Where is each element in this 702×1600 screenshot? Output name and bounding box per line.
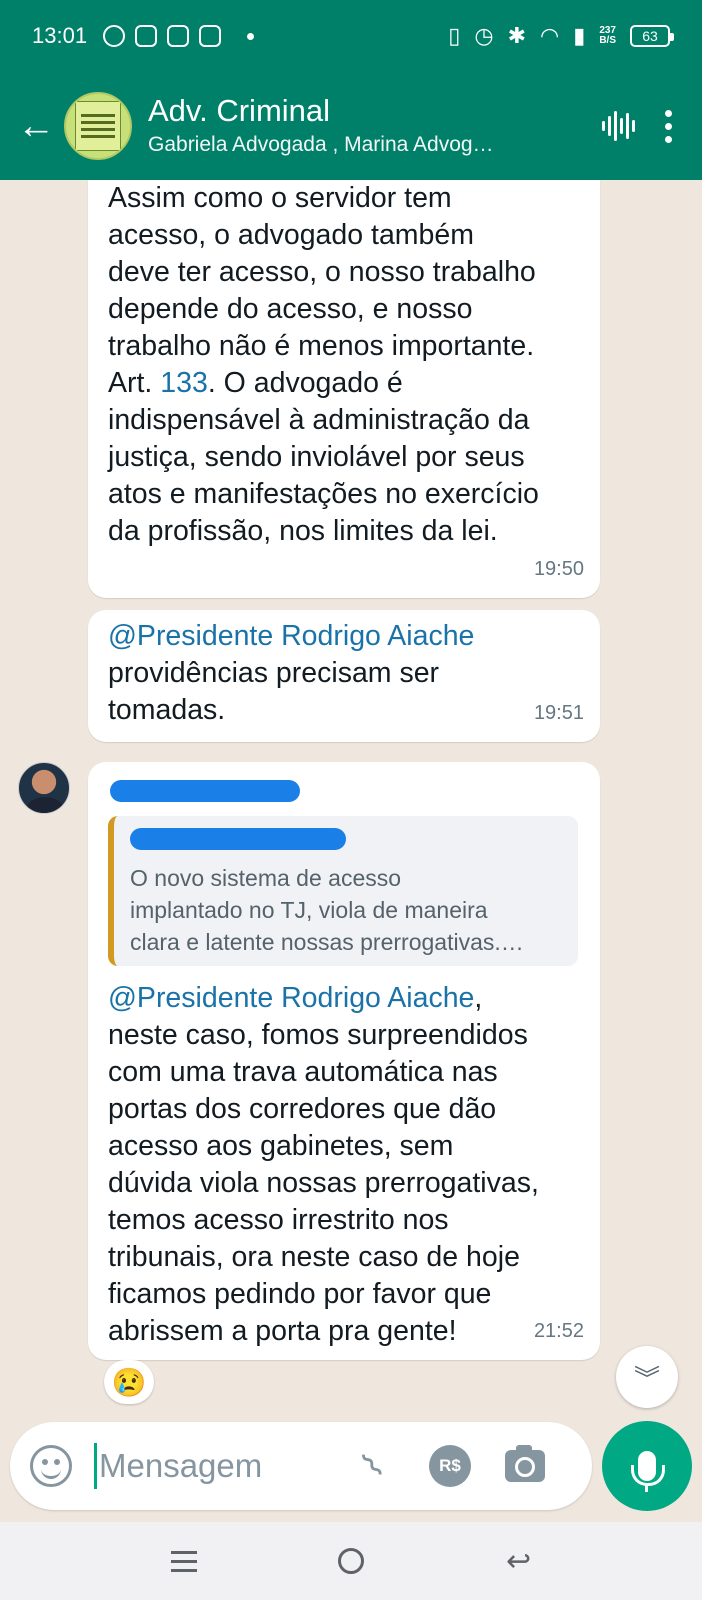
more-options-icon[interactable] <box>665 109 672 143</box>
chat-title: Adv. Criminal <box>148 93 331 128</box>
message-time: 21:52 <box>533 1320 584 1342</box>
voice-chat-icon[interactable] <box>602 108 635 144</box>
microphone-icon <box>631 1451 665 1492</box>
text-cursor <box>94 1443 97 1489</box>
chat-info[interactable]: Adv. Criminal Gabriela Advogada , Marina… <box>148 92 602 160</box>
scroll-down-button[interactable]: ︾ <box>616 1346 678 1408</box>
system-back-icon[interactable]: ↩ <box>506 1544 531 1579</box>
group-avatar-image <box>75 101 121 151</box>
message-text: @Presidente Rodrigo Aiache, neste caso, … <box>108 982 539 1347</box>
redacted-sender-name <box>110 780 300 802</box>
chat-header: ← Adv. Criminal Gabriela Advogada , Mari… <box>0 72 702 180</box>
message-time: 19:50 <box>533 558 584 580</box>
back-arrow-icon[interactable]: ← <box>10 100 62 152</box>
camera-icon[interactable] <box>505 1445 545 1482</box>
message-bubble[interactable]: O novo sistema de acesso implantado no T… <box>88 762 600 1360</box>
voice-message-button[interactable] <box>602 1421 692 1511</box>
youtube-notification-icon <box>199 25 222 47</box>
bluetooth-icon: ✱ <box>507 23 526 48</box>
mention-link[interactable]: @Presidente Rodrigo Aiache <box>108 618 578 655</box>
group-avatar[interactable] <box>64 92 132 160</box>
chat-participants: Gabriela Advogada , Marina Advog… <box>148 133 494 156</box>
message-bubble[interactable]: Assim como o servidor tem acesso, o advo… <box>88 180 600 598</box>
message-time: 19:51 <box>533 702 584 724</box>
sender-avatar[interactable] <box>18 762 70 814</box>
article-link[interactable]: 133 <box>160 367 208 399</box>
signal-icon: ▮ <box>573 23 586 48</box>
whatsapp-notification-icon <box>103 25 126 47</box>
emoji-icon[interactable] <box>30 1445 72 1487</box>
wifi-icon: ◠ <box>540 23 560 48</box>
message-bubble[interactable]: @Presidente Rodrigo Aiache providências … <box>88 610 600 742</box>
network-speed: 237 B/S <box>599 25 616 46</box>
quoted-text: O novo sistema de acesso implantado no T… <box>130 865 524 955</box>
home-icon[interactable] <box>338 1548 365 1574</box>
attach-icon[interactable]: ⌇ <box>345 1438 401 1494</box>
double-chevron-down-icon: ︾ <box>633 1363 660 1394</box>
sender-name[interactable] <box>108 772 578 802</box>
message-input[interactable] <box>99 1447 339 1485</box>
status-time: 13:01 <box>32 23 88 48</box>
instagram-notification-icon-2 <box>167 25 190 47</box>
reaction-emoji[interactable]: 😢 <box>104 1360 154 1404</box>
status-bar: 13:01 ▯ ◷ ✱ ◠ ▮ 237 B/S 63 <box>0 0 702 72</box>
message-text: providências precisam ser tomadas. <box>108 657 440 726</box>
instagram-notification-icon <box>135 25 158 47</box>
redacted-quoted-sender <box>130 828 346 850</box>
payment-icon[interactable]: R$ <box>429 1445 471 1487</box>
battery-level: 63 <box>642 28 658 44</box>
message-composer: ⌇ R$ <box>10 1422 592 1510</box>
message-text: Assim como o servidor tem acesso, o advo… <box>108 182 539 547</box>
vibrate-icon: ▯ <box>448 23 461 48</box>
more-notifications-icon <box>247 32 255 40</box>
mention-link[interactable]: @Presidente Rodrigo Aiache <box>108 982 474 1014</box>
top-bar: 13:01 ▯ ◷ ✱ ◠ ▮ 237 B/S 63 ← Adv. Crimin… <box>0 0 702 180</box>
alarm-icon: ◷ <box>474 23 494 48</box>
recent-apps-icon[interactable] <box>170 1550 197 1572</box>
quoted-message[interactable]: O novo sistema de acesso implantado no T… <box>108 816 578 966</box>
system-navigation-bar: ↩ <box>0 1522 702 1600</box>
battery-icon: 63 <box>630 25 674 47</box>
